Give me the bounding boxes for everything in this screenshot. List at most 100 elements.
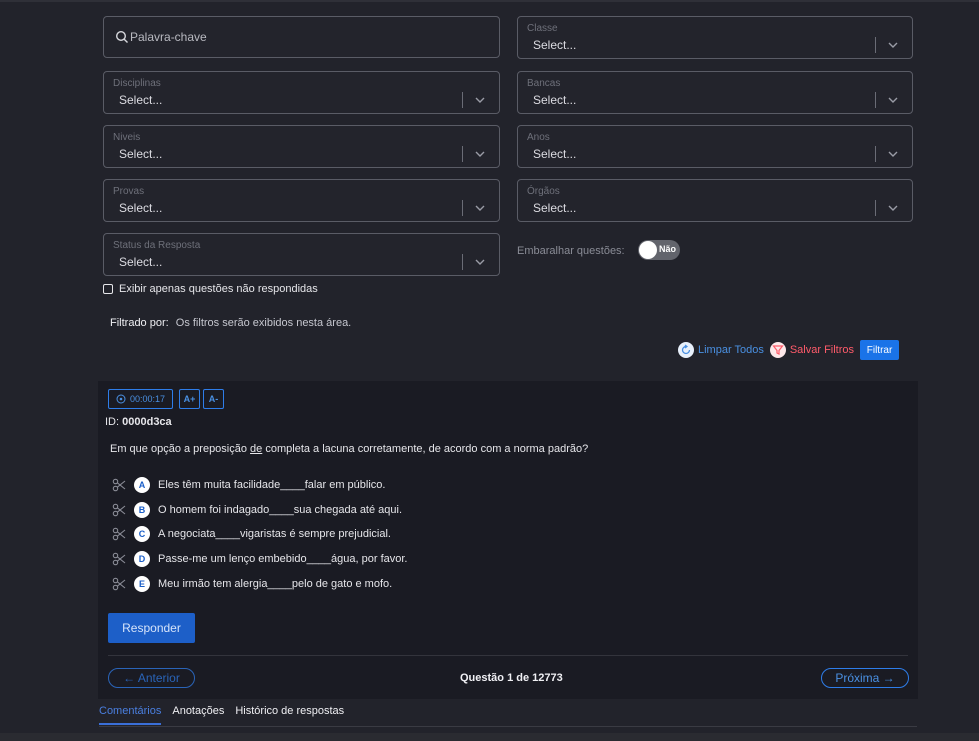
scissors-icon[interactable] [112,527,126,541]
question-tabs: Comentários Anotações Histórico de respo… [99,705,355,725]
question-statement: Em que opção a preposição de completa a … [110,443,588,455]
select-separator [875,200,876,216]
chevron-down-icon[interactable] [473,201,487,215]
status-value: Select... [119,255,163,269]
select-separator [462,254,463,270]
scissors-icon[interactable] [112,552,126,566]
provas-label: Provas [113,186,145,197]
option-letter[interactable]: B [134,501,150,518]
classe-label: Classe [527,23,558,34]
question-id-label: ID: [105,416,120,428]
option-letter[interactable]: E [134,575,150,592]
previous-button[interactable]: ← Anterior [108,668,195,688]
filter-actions: Limpar Todos Salvar Filtros Filtrar [678,340,900,360]
filter-button[interactable]: Filtrar [860,340,900,360]
chevron-down-icon[interactable] [886,201,900,215]
search-input[interactable] [130,27,480,47]
disciplinas-label: Disciplinas [113,78,161,89]
tab-anotacoes[interactable]: Anotações [172,705,224,725]
classe-select[interactable]: Classe Select... [517,16,913,59]
niveis-label: Niveis [113,132,141,143]
option-c[interactable]: C A negociata____vigaristas é sempre pre… [112,522,408,547]
option-letter[interactable]: D [134,551,150,568]
chevron-down-icon[interactable] [473,255,487,269]
option-d[interactable]: D Passe-me um lenço embebido____água, po… [112,547,408,572]
option-text: Meu irmão tem alergia____pelo de gato e … [158,577,393,590]
select-separator [875,146,876,162]
chevron-down-icon[interactable] [473,147,487,161]
search-field[interactable] [103,16,500,58]
option-a[interactable]: A Eles têm muita facilidade____falar em … [112,473,408,498]
statement-part: completa a lacuna corretamente, de acord… [262,443,589,455]
card-divider [108,655,908,656]
save-filters-button[interactable]: Salvar Filtros [769,342,855,358]
niveis-value: Select... [119,147,163,161]
clear-all-button[interactable]: Limpar Todos [678,342,764,358]
next-button[interactable]: Próxima → [821,668,909,688]
timer-button[interactable]: 00:00:17 [108,389,173,409]
filtered-by-text: Os filtros serão exibidos nesta área. [175,317,352,329]
tab-historico[interactable]: Histórico de respostas [235,705,344,725]
decrease-font-button[interactable]: A- [203,389,224,409]
option-text: A negociata____vigaristas é sempre preju… [158,528,391,541]
disciplinas-select[interactable]: Disciplinas Select... [103,71,500,114]
bancas-select[interactable]: Bancas Select... [517,71,913,114]
option-text: Passe-me um lenço embebido____água, por … [158,553,408,566]
answer-button[interactable]: Responder [108,613,195,643]
select-separator [462,200,463,216]
status-label: Status da Resposta [113,240,201,251]
top-border [0,0,979,2]
statement-part: Em que opção a preposição [110,443,251,455]
select-separator [875,92,876,108]
only-unanswered-option[interactable]: Exibir apenas questões não respondidas [103,283,318,295]
filter-icon [769,342,786,358]
select-separator [462,146,463,162]
option-letter[interactable]: A [134,477,150,494]
save-filters-label: Salvar Filtros [789,344,855,356]
question-id: ID: 0000d3ca [105,416,172,428]
anos-label: Anos [527,132,550,143]
anos-value: Select... [533,147,577,161]
chevron-down-icon[interactable] [886,38,900,52]
timer-value: 00:00:17 [129,394,166,404]
increase-font-button[interactable]: A+ [179,389,200,409]
toggle-knob [639,241,657,259]
orgaos-value: Select... [533,201,577,215]
scissors-icon[interactable] [112,577,126,591]
search-icon [115,30,128,43]
tabs-divider [99,726,917,727]
shuffle-toggle[interactable]: Não [638,240,680,260]
status-select[interactable]: Status da Resposta Select... [103,233,500,276]
toggle-state: Não [659,244,677,254]
option-e[interactable]: E Meu irmão tem alergia____pelo de gato … [112,571,408,596]
chevron-down-icon[interactable] [886,147,900,161]
orgaos-select[interactable]: Órgãos Select... [517,179,913,222]
option-text: O homem foi indagado____sua chegada até … [158,503,403,516]
question-id-value: 0000d3ca [122,416,172,428]
chevron-down-icon[interactable] [886,93,900,107]
only-unanswered-checkbox[interactable] [103,284,113,294]
clock-icon [116,394,126,404]
bancas-value: Select... [533,93,577,107]
provas-value: Select... [119,201,163,215]
anos-select[interactable]: Anos Select... [517,125,913,168]
option-letter[interactable]: C [134,526,150,543]
provas-select[interactable]: Provas Select... [103,179,500,222]
orgaos-label: Órgãos [527,186,560,197]
question-card: 00:00:17 A+ A- ID: 0000d3ca Em que opção… [98,381,918,699]
refresh-icon [678,342,694,358]
option-b[interactable]: B O homem foi indagado____sua chegada at… [112,498,408,523]
option-text: Eles têm muita facilidade____falar em pú… [158,479,386,492]
niveis-select[interactable]: Niveis Select... [103,125,500,168]
question-counter: Questão 1 de 12773 [460,672,563,684]
tab-comentarios[interactable]: Comentários [99,705,162,725]
filtered-by: Filtrado por: Os filtros serão exibidos … [110,317,351,329]
scissors-icon[interactable] [112,503,126,517]
classe-value: Select... [533,38,577,52]
scissors-icon[interactable] [112,478,126,492]
shuffle-label: Embaralhar questões: [517,245,625,257]
clear-all-label: Limpar Todos [698,344,764,356]
chevron-down-icon[interactable] [473,93,487,107]
only-unanswered-label: Exibir apenas questões não respondidas [119,283,318,295]
bancas-label: Bancas [527,78,561,89]
